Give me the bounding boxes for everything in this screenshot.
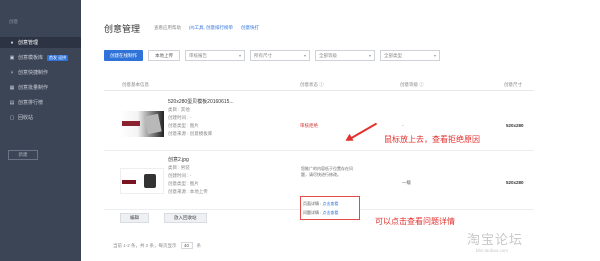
meta-line: 类目 : 男装 (168, 165, 190, 170)
trash-icon: ▢ (9, 114, 15, 121)
bolt-icon: ⚡ (10, 69, 14, 76)
creative-thumbnail[interactable] (120, 111, 164, 137)
chevron-down-icon: ▾ (238, 53, 241, 58)
creative-size: 520x280 (506, 123, 524, 128)
sidebar-item-batch-create[interactable]: ▦ 创意批量制作 (0, 82, 81, 93)
status-filter[interactable]: 审核报告 ▾ (185, 50, 245, 61)
rejection-tooltip: 您推广的内容低于位置存在问题，请尽快进行修改。 (301, 166, 359, 178)
creative-name[interactable]: 520x280蛋贝模板20160615... (168, 98, 234, 106)
meta-line: 创意类型 : 图片 (168, 181, 199, 186)
local-upload-button[interactable]: 本地上传 (148, 50, 180, 61)
template-icon: ▣ (9, 54, 15, 61)
creative-meta: 520x280蛋贝模板20160615... 类目 : 其他 创建时间 : - … (168, 98, 234, 138)
lightbulb-icon: ● (10, 39, 14, 46)
size-filter-value: 所有尺寸 (254, 52, 272, 58)
sidebar-item-label: 创意快捷制作 (18, 70, 49, 76)
sidebar-item-template-library[interactable]: ▣ 创意模板库 首发 逗拼 (0, 52, 81, 63)
meta-line: 创意类型 : 图片 (168, 123, 199, 128)
creative-thumbnail[interactable] (120, 168, 164, 194)
hover-annotation: 鼠标放上去，查看拒绝原因 (384, 135, 480, 144)
issue-detail-line: 问题详情 : 点击查看 (303, 210, 338, 216)
page-detail-label: 页面详情 : (303, 201, 322, 206)
type-filter[interactable]: 全部类型 ▾ (380, 50, 440, 61)
col-basic-info: 创意基本信息 (122, 82, 149, 87)
meta-line: 创意来源 : 本地上传 (168, 189, 208, 194)
creative-name[interactable]: 创意2.jpg (168, 156, 208, 164)
new-badge: 首发 逗拼 (47, 54, 69, 61)
sidebar-item-ranking[interactable]: ▤ 创意排行榜 (0, 97, 81, 108)
watermark: 淘宝论坛 (467, 232, 524, 247)
col-level: 创意等级 ⓘ (400, 82, 424, 87)
tooltip-text: 您推广的内容低于位置存在问题，请尽快进行修改。 (301, 166, 353, 177)
pager-unit: 条 (196, 242, 202, 248)
sidebar: 创意 ● 创意管理 ▣ 创意模板库 首发 逗拼 ⚡ 创意快捷制作 ▦ 创意批量制… (0, 0, 81, 261)
toolbar: 创建在线制作 本地上传 审核报告 ▾ 所有尺寸 ▾ 全部等级 ▾ 全部类型 ▾ (104, 50, 440, 61)
per-page-select[interactable]: 40 (180, 242, 193, 249)
pagination: 当前 1-2 条，共 2 条，每页显示 40 条 (113, 242, 201, 249)
sidebar-item-quick-create[interactable]: ⚡ 创意快捷制作 (0, 67, 81, 78)
issue-detail-link[interactable]: 点击查看 (322, 210, 338, 215)
new-button[interactable]: 新建 (8, 150, 38, 160)
edit-button[interactable]: 编辑 (120, 213, 149, 223)
tooltip-links-highlight: 页面详情 : 点击查看 问题详情 : 点击查看 (300, 196, 360, 220)
page-title: 创意管理 (104, 24, 141, 34)
chevron-down-icon: ▾ (368, 53, 371, 58)
ranking-icon: ▤ (9, 99, 15, 106)
sidebar-item-label: 创意管理 (18, 40, 39, 46)
level-filter-value: 全部等级 (319, 52, 337, 58)
status-filter-value: 审核报告 (189, 52, 207, 58)
pager-summary: 当前 1-2 条，共 2 条，每页显示 (113, 242, 177, 248)
create-online-label: 创建在线制作 (110, 52, 137, 58)
header-links: 查看应用帮助 (#)工具, 创意排行榜单 创意快打 (154, 25, 259, 31)
chevron-down-icon: ▾ (433, 53, 436, 58)
meta-line: 创意来源 : 创意模板库 (168, 131, 213, 136)
sidebar-header: 创意 (9, 19, 18, 24)
recycle-button[interactable]: 放入回收站 (164, 213, 207, 223)
meta-line: 类目 : 其他 (168, 107, 190, 112)
size-filter[interactable]: 所有尺寸 ▾ (250, 50, 310, 61)
type-filter-value: 全部类型 (384, 52, 402, 58)
help-link[interactable]: 查看应用帮助 (154, 25, 181, 31)
page-detail-link[interactable]: 点击查看 (322, 201, 338, 206)
status-rejected[interactable]: 审核拒绝 (300, 123, 318, 129)
creative-level: - (402, 123, 404, 128)
page-detail-line: 页面详情 : 点击查看 (303, 201, 338, 207)
issue-detail-label: 问题详情 : (303, 210, 322, 215)
meta-line: 创建时间 : - (168, 115, 192, 120)
level-filter[interactable]: 全部等级 ▾ (315, 50, 375, 61)
local-upload-label: 本地上传 (155, 52, 173, 58)
creative-size: 520x280 (506, 180, 524, 185)
ranking-tool-link[interactable]: (#)工具, 创意排行榜单 (189, 25, 233, 31)
sidebar-item-label: 创意模板库 (18, 55, 44, 61)
creative-level: 一级 (402, 180, 411, 185)
sidebar-item-label: 回收站 (18, 115, 34, 121)
sidebar-item-label: 创意批量制作 (18, 85, 49, 91)
creative-meta: 创意2.jpg 类目 : 男装 创建时间 : - 创意类型 : 图片 创意来源 … (168, 156, 208, 196)
quick-create-link[interactable]: 创意快打 (241, 25, 259, 31)
col-status: 创意状态 ⓘ (300, 82, 324, 87)
table-header: 创意基本信息 创意状态 ⓘ 创意等级 ⓘ 创意尺寸 (104, 79, 534, 91)
col-size: 创意尺寸 (504, 82, 522, 87)
click-annotation: 可以点击查看问题详情 (375, 217, 455, 226)
sidebar-item-recycle-bin[interactable]: ▢ 回收站 (0, 112, 81, 123)
meta-line: 创建时间 : - (168, 173, 192, 178)
stack-icon: ▦ (9, 84, 15, 91)
sidebar-item-label: 创意排行榜 (18, 100, 44, 106)
chevron-down-icon: ▾ (303, 53, 306, 58)
create-online-button[interactable]: 创建在线制作 (104, 50, 143, 61)
sidebar-item-creative-management[interactable]: ● 创意管理 (0, 37, 81, 48)
watermark-url: bbs.taobao.com (476, 248, 509, 253)
